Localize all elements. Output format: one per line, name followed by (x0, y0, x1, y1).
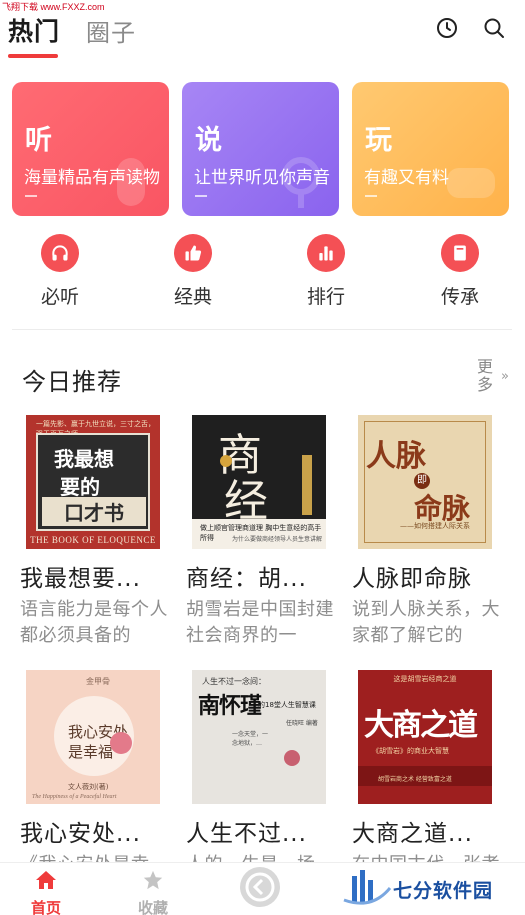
book-title[interactable]: 人脉即命脉 (352, 559, 502, 593)
book-title[interactable]: 人生不过... (186, 814, 336, 848)
watermark-brand: 七分软件园 (393, 880, 494, 902)
tab-hot[interactable]: 热门 (8, 12, 60, 48)
book-card[interactable]: 商 经 做上顺官管理商道理 胸中生意经的高手所得 为什么要做商经领导人员生意讲解… (186, 415, 336, 649)
player-button[interactable] (240, 867, 280, 907)
more-arrow-icon[interactable]: » (501, 369, 509, 384)
cover-text: 任晓旺 编著 (286, 720, 318, 727)
category-label: 传承 (440, 286, 479, 308)
cover-text: 要的 (60, 475, 100, 499)
banner-dash (365, 195, 377, 197)
banner-play[interactable]: 玩 有趣又有料 (352, 82, 509, 216)
banner-dash (25, 195, 37, 197)
book-cover[interactable]: 一篇先影、赢于九世立说，三寸之舌，强于百万之师 我最想 要的 口才书 THE B… (26, 415, 160, 549)
cover-text: 《胡雪岩》的商业大智慧 (372, 747, 449, 755)
book-desc: 胡雪岩是中国封建社会商界的一 (186, 599, 334, 646)
thumbs-up-icon (174, 234, 212, 272)
cover-text: 人脉 (366, 439, 426, 474)
cover-text: 为什么要做商经领导人员生意讲解 (232, 536, 323, 543)
book-title[interactable]: 大商之道... (352, 814, 502, 848)
book-cover[interactable]: 金甲骨 我心安处 是幸福 文人薇刘(著) The Happiness of a … (26, 670, 160, 804)
book-title[interactable]: 我最想要... (20, 559, 170, 593)
rose-icon (284, 750, 300, 766)
banner-title: 玩 (365, 125, 392, 156)
banner-subtitle: 海量精品有声读物 (24, 168, 160, 188)
star-icon (143, 870, 163, 890)
cover-text: The Happiness of a Peaceful Heart (32, 794, 117, 800)
category-heritage[interactable]: 传承 (415, 234, 505, 309)
search-icon[interactable] (482, 16, 506, 40)
banner-listen[interactable]: 听 海量精品有声读物 (12, 82, 169, 216)
banner-subtitle: 让世界听见你声音 (194, 168, 330, 188)
category-ranking[interactable]: 排行 (281, 234, 371, 309)
banner-title: 说 (195, 125, 222, 156)
banner-title: 听 (25, 125, 52, 156)
cover-text: 金甲骨 (86, 677, 110, 686)
book-icon (441, 234, 479, 272)
book-cover[interactable]: 这是胡雪岩经商之道 大商之道 《胡雪岩》的商业大智慧 胡雪岩商之术 经营致富之道 (358, 670, 492, 804)
cover-text: THE BOOK OF ELOQUENCE (30, 535, 156, 545)
book-cover[interactable]: 商 经 做上顺官管理商道理 胸中生意经的高手所得 为什么要做商经领导人员生意讲解 (192, 415, 326, 549)
banner-subtitle: 有趣又有料 (364, 168, 449, 188)
cover-panel: 我最想 要的 口才书 (36, 433, 150, 531)
book-title[interactable]: 商经：胡... (186, 559, 336, 593)
cover-text: 一念天堂，一念地狱，… (232, 731, 269, 747)
category-label: 必听 (40, 286, 79, 308)
nav-label: 收藏 (137, 899, 168, 915)
banner-dash (195, 195, 207, 197)
category-label: 经典 (173, 286, 212, 308)
section-title: 今日推荐 (22, 368, 122, 396)
cover-text: 这是胡雪岩经商之道 (393, 675, 457, 683)
top-header: 热门 圈子 (0, 0, 525, 62)
cover-text: 口才书 (42, 497, 146, 526)
nav-favorites[interactable]: 收藏 (123, 869, 183, 915)
banner-cards: 听 海量精品有声读物 说 让世界听见你声音 玩 有趣又有料 (12, 82, 510, 216)
book-desc: 语言能力是每个人都必须具备的 (20, 599, 168, 646)
cover-text: 大商之道 (364, 708, 478, 743)
cover-text: 南怀瑾 (198, 693, 262, 719)
category-classic[interactable]: 经典 (148, 234, 238, 309)
flower-icon (110, 732, 132, 754)
play-back-icon (245, 872, 275, 902)
home-icon (36, 871, 56, 889)
cover-text: 文人薇刘(著) (68, 783, 109, 791)
history-icon[interactable] (435, 16, 459, 40)
cover-band: 做上顺官管理商道理 胸中生意经的高手所得 为什么要做商经领导人员生意讲解 (192, 519, 326, 549)
nav-home[interactable]: 首页 (16, 869, 76, 915)
category-must-listen[interactable]: 必听 (15, 234, 105, 309)
book-card[interactable]: 人脉 即 命脉 ——如何搭建人际关系 人脉即命脉 说到人脉关系，大家都了解它的 (352, 415, 502, 649)
cover-text: 的18堂人生智慧课 (258, 701, 316, 709)
nav-label: 首页 (30, 899, 61, 915)
category-label: 排行 (306, 286, 345, 308)
book-card[interactable]: 一篇先影、赢于九世立说，三寸之舌，强于百万之师 我最想 要的 口才书 THE B… (20, 415, 170, 649)
tab-circle[interactable]: 圈子 (86, 13, 136, 48)
cover-text: ——如何搭建人际关系 (400, 522, 470, 530)
book-title[interactable]: 我心安处... (20, 814, 170, 848)
book-cover[interactable]: 人生不过一念间： 南怀瑾 的18堂人生智慧课 一念天堂，一念地狱，… 任晓旺 编… (192, 670, 326, 804)
cover-text: 我最想 (54, 447, 114, 471)
banner-speak[interactable]: 说 让世界听见你声音 (182, 82, 339, 216)
cover-text: 人生不过一念间： (202, 677, 266, 686)
cover-ribbon (302, 455, 312, 515)
headphones-icon (41, 234, 79, 272)
book-cover[interactable]: 人脉 即 命脉 ——如何搭建人际关系 (358, 415, 492, 549)
book-desc: 说到人脉关系，大家都了解它的 (352, 599, 500, 646)
active-tab-indicator (8, 54, 58, 58)
bar-chart-icon (307, 234, 345, 272)
divider (12, 329, 512, 330)
cover-text: 胡雪岩商之术 经营致富之道 (378, 776, 452, 783)
